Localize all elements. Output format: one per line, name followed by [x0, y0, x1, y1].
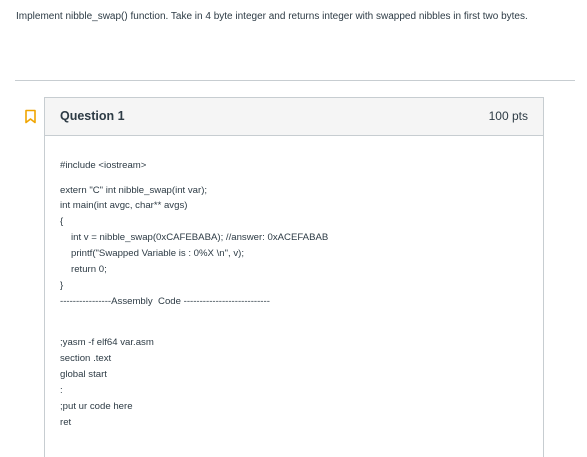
question-header: Question 1 100 pts	[45, 98, 543, 136]
code-line-global: global start	[60, 369, 107, 380]
code-line-colon: :	[60, 385, 63, 396]
section-divider	[15, 80, 575, 81]
code-line-yasm: ;yasm -f elf64 var.asm	[60, 337, 154, 348]
code-line-extern: extern "C" int nibble_swap(int var);	[60, 185, 208, 196]
code-line-ret: ret	[60, 417, 72, 428]
code-line-put-code: ;put ur code here	[60, 401, 133, 412]
code-line-open-brace: {	[60, 216, 64, 227]
question-card: Question 1 100 pts #include <iostream> e…	[44, 97, 544, 457]
code-line-main: int main(int avgc, char** avgs)	[60, 200, 188, 211]
question-points: 100 pts	[488, 109, 528, 123]
assembly-code-separator: ----------------Assembly Code ----------…	[60, 296, 270, 307]
question-title: Question 1	[60, 109, 125, 123]
code-line-close-brace: }	[60, 280, 64, 291]
bookmark-flag-icon[interactable]	[24, 109, 37, 124]
code-line-include: #include <iostream>	[60, 160, 147, 171]
instructions-text: Implement nibble_swap() function. Take i…	[16, 11, 528, 22]
code-line-nibble-call: int v = nibble_swap(0xCAFEBABA); //answe…	[71, 232, 329, 243]
code-line-return: return 0;	[71, 264, 107, 275]
code-line-section: section .text	[60, 353, 112, 364]
code-line-printf: printf("Swapped Variable is : 0%X \n", v…	[71, 248, 245, 259]
